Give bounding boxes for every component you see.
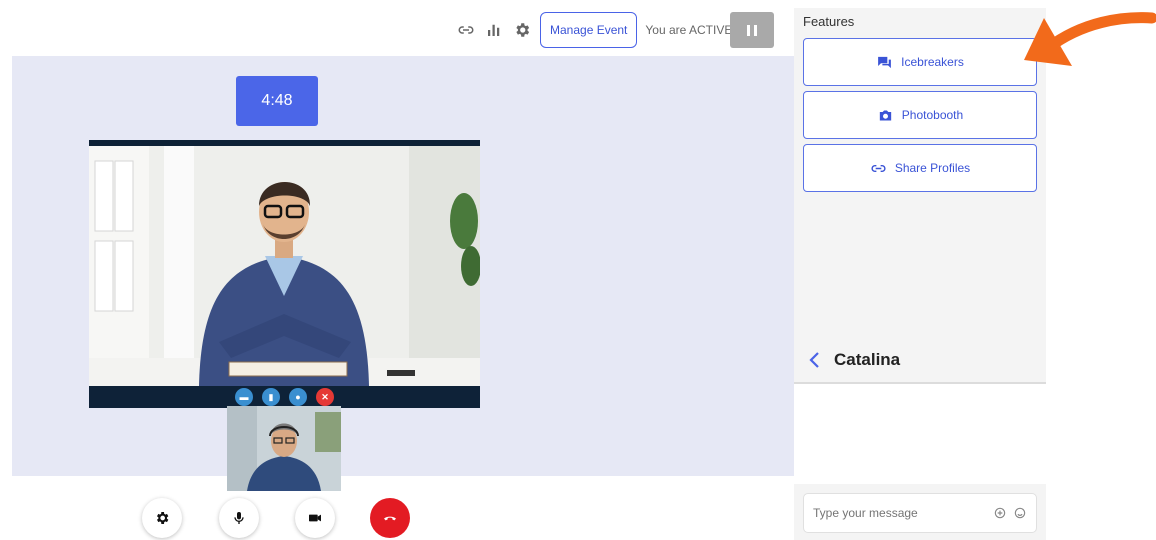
message-input[interactable] xyxy=(813,506,987,520)
emoji-icon[interactable] xyxy=(1013,506,1027,520)
microphone-icon xyxy=(234,512,244,524)
gear-icon[interactable] xyxy=(512,20,532,40)
bar-chart-icon[interactable] xyxy=(484,20,504,40)
signal-icon[interactable]: ▮ xyxy=(262,388,280,406)
photobooth-button[interactable]: Photobooth xyxy=(803,91,1037,139)
pause-icon xyxy=(747,24,750,36)
hang-up-button[interactable] xyxy=(370,498,410,538)
chat-messages xyxy=(794,384,1046,484)
video-stage: 4:48 ▬ ▮ ● ✕ xyxy=(12,56,794,491)
photobooth-label: Photobooth xyxy=(901,108,964,122)
share-profiles-label: Share Profiles xyxy=(894,161,971,175)
main-video-scene xyxy=(89,146,480,386)
call-controls xyxy=(0,498,790,540)
hang-up-icon xyxy=(384,516,396,521)
active-status: You are ACTIVE xyxy=(645,23,733,37)
self-portrait xyxy=(227,406,341,491)
chat-contact-name: Catalina xyxy=(834,350,901,369)
add-icon[interactable] xyxy=(993,506,1007,520)
chat-header: Catalina xyxy=(794,338,1046,384)
message-icon[interactable]: ● xyxy=(289,388,307,406)
close-icon[interactable]: ✕ xyxy=(316,388,334,406)
link-icon xyxy=(871,164,886,172)
settings-button[interactable] xyxy=(142,498,182,538)
link-icon[interactable] xyxy=(456,20,476,40)
share-profiles-button[interactable]: Share Profiles xyxy=(803,144,1037,192)
camera-button[interactable] xyxy=(295,498,335,538)
event-toolbar: Manage Event You are ACTIVE xyxy=(456,12,774,48)
pause-button[interactable] xyxy=(730,12,774,48)
pointer-arrow-icon xyxy=(1024,12,1156,66)
participant-portrait xyxy=(89,146,480,386)
chat-bubbles-icon xyxy=(878,56,892,68)
camera-icon xyxy=(309,514,321,522)
microphone-button[interactable] xyxy=(219,498,259,538)
camera-icon xyxy=(879,110,891,120)
chat-icon[interactable]: ▬ xyxy=(235,388,253,406)
countdown-timer: 4:48 xyxy=(236,76,318,126)
message-composer xyxy=(803,493,1037,533)
video-action-bar: ▬ ▮ ● ✕ xyxy=(89,386,480,408)
icebreakers-button[interactable]: Icebreakers xyxy=(803,38,1037,86)
main-video-feed[interactable]: ▬ ▮ ● ✕ xyxy=(89,140,480,408)
manage-event-button[interactable]: Manage Event xyxy=(540,12,638,48)
gear-icon xyxy=(157,512,169,524)
icebreakers-label: Icebreakers xyxy=(901,55,964,69)
features-panel: Features Icebreakers Photobooth Share Pr… xyxy=(794,8,1046,540)
panel-title: Features xyxy=(803,14,855,29)
chevron-left-icon[interactable] xyxy=(808,351,820,369)
self-video-feed[interactable] xyxy=(227,406,341,491)
